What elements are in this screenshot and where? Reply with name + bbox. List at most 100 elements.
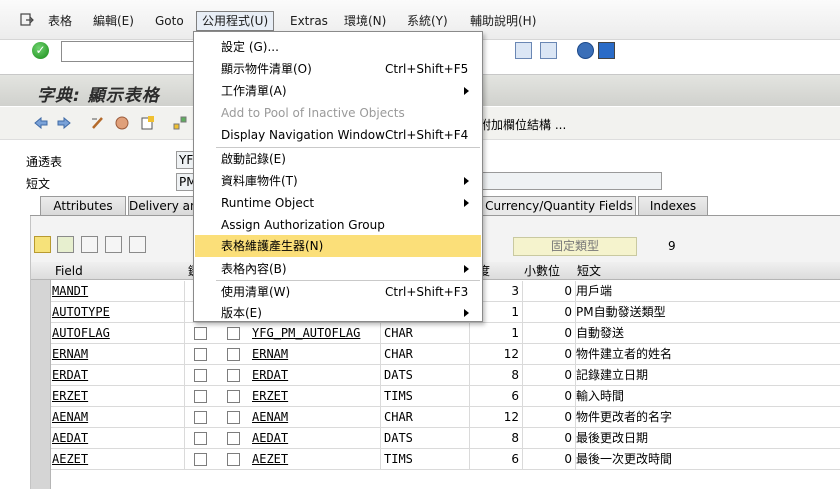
key-checkbox[interactable] bbox=[194, 348, 207, 361]
initial-values-checkbox[interactable] bbox=[227, 390, 240, 403]
other-object-icon[interactable] bbox=[139, 115, 155, 131]
table-row[interactable]: ERNAM ERNAM CHAR 12 0 物件建立者的姓名 bbox=[51, 344, 840, 365]
field-count: 9 bbox=[668, 239, 676, 253]
decimals-cell: 0 bbox=[523, 449, 576, 470]
forward-arrow-icon[interactable] bbox=[56, 115, 72, 131]
initial-values-checkbox[interactable] bbox=[227, 432, 240, 445]
data-element-cell[interactable]: AEDAT bbox=[251, 428, 381, 449]
menu-item-navigation-window[interactable]: Display Navigation Window Ctrl+Shift+F4 bbox=[195, 124, 481, 146]
short-text-cell: 用戶端 bbox=[576, 284, 613, 298]
insert-row-icon[interactable] bbox=[105, 236, 122, 253]
table-row[interactable]: ERDAT ERDAT DATS 8 0 記錄建立日期 bbox=[51, 365, 840, 386]
field-name-cell[interactable]: AUTOFLAG bbox=[52, 323, 185, 344]
initial-values-checkbox[interactable] bbox=[227, 327, 240, 340]
copy-icon[interactable] bbox=[57, 236, 74, 253]
table-row[interactable]: AUTOFLAG YFG_PM_AUTOFLAG CHAR 1 0 自動發送 bbox=[51, 323, 840, 344]
menu-item-activation-log[interactable]: 啟動記錄(E) bbox=[195, 148, 481, 170]
menu-goto[interactable]: Goto bbox=[155, 13, 184, 29]
col-decimals[interactable]: 小數位 bbox=[524, 263, 560, 279]
field-name-cell[interactable]: AUTOTYPE bbox=[52, 302, 185, 323]
menu-item-where-used-list[interactable]: 使用清單(W) Ctrl+Shift+F3 bbox=[195, 281, 481, 303]
field-name-cell[interactable]: ERNAM bbox=[52, 344, 185, 365]
short-text-cell: 物件建立者的姓名 bbox=[576, 347, 673, 361]
data-element-cell[interactable]: AEZET bbox=[251, 449, 381, 470]
key-checkbox[interactable] bbox=[194, 327, 207, 340]
data-element-cell[interactable]: ERNAM bbox=[251, 344, 381, 365]
append-structure-button[interactable]: 附加欄位結構 ... bbox=[479, 116, 566, 133]
menu-item-label: Runtime Object bbox=[221, 196, 315, 210]
menu-item-settings[interactable]: 設定 (G)... bbox=[195, 36, 481, 58]
menu-item-database-object[interactable]: 資料庫物件(T) bbox=[195, 170, 481, 192]
hierarchy-icon[interactable] bbox=[172, 115, 188, 131]
key-checkbox[interactable] bbox=[194, 369, 207, 382]
data-type-cell: DATS bbox=[384, 428, 470, 449]
activate-icon[interactable] bbox=[114, 115, 130, 131]
menu-item-table-contents[interactable]: 表格內容(B) bbox=[195, 258, 481, 280]
length-cell: 12 bbox=[471, 344, 523, 365]
paste-icon[interactable] bbox=[81, 236, 98, 253]
menu-item-shortcut: Ctrl+Shift+F5 bbox=[385, 62, 469, 76]
tab-indexes[interactable]: Indexes bbox=[638, 196, 708, 216]
menu-item-object-list[interactable]: 顯示物件清單(O) Ctrl+Shift+F5 bbox=[195, 58, 481, 80]
key-checkbox[interactable] bbox=[194, 390, 207, 403]
col-short-text[interactable]: 短文 bbox=[577, 263, 601, 279]
command-field[interactable] bbox=[61, 41, 197, 62]
data-element-cell[interactable]: YFG_PM_AUTOFLAG bbox=[251, 323, 381, 344]
menu-environment[interactable]: 環境(N) bbox=[344, 13, 386, 29]
menu-edit[interactable]: 編輯(E) bbox=[93, 13, 134, 29]
exit-icon[interactable] bbox=[20, 13, 34, 27]
initial-values-checkbox[interactable] bbox=[227, 369, 240, 382]
menu-item-versions[interactable]: 版本(E) bbox=[195, 302, 481, 324]
table-row[interactable]: AEDAT AEDAT DATS 8 0 最後更改日期 bbox=[51, 428, 840, 449]
initial-values-checkbox[interactable] bbox=[227, 348, 240, 361]
col-field[interactable]: Field bbox=[55, 263, 83, 279]
data-element-cell[interactable]: AENAM bbox=[251, 407, 381, 428]
menu-item-label: 使用清單(W) bbox=[221, 285, 291, 299]
menu-item-label: Add to Pool of Inactive Objects bbox=[221, 106, 405, 120]
data-element-cell[interactable]: ERZET bbox=[251, 386, 381, 407]
row-selector-column[interactable] bbox=[31, 262, 51, 489]
menu-item-label: 工作清單(A) bbox=[221, 84, 287, 98]
monitor-icon[interactable] bbox=[598, 42, 615, 59]
back-arrow-icon[interactable] bbox=[33, 115, 49, 131]
field-name-cell[interactable]: MANDT bbox=[52, 281, 185, 302]
field-name-cell[interactable]: ERDAT bbox=[52, 365, 185, 386]
menu-utilities[interactable]: 公用程式(U) bbox=[196, 11, 275, 31]
key-checkbox[interactable] bbox=[194, 432, 207, 445]
field-name-cell[interactable]: ERZET bbox=[52, 386, 185, 407]
enter-check-icon[interactable]: ✓ bbox=[32, 42, 49, 59]
field-name-cell[interactable]: AEDAT bbox=[52, 428, 185, 449]
length-cell: 12 bbox=[471, 407, 523, 428]
menu-item-add-to-pool: Add to Pool of Inactive Objects bbox=[195, 102, 481, 124]
layout-icon[interactable] bbox=[515, 42, 532, 59]
display-change-icon[interactable] bbox=[90, 115, 106, 131]
tab-currency-quantity[interactable]: Currency/Quantity Fields bbox=[482, 196, 636, 216]
menu-help[interactable]: 輔助說明(H) bbox=[470, 13, 536, 29]
menu-system[interactable]: 系統(Y) bbox=[407, 13, 448, 29]
initial-values-checkbox[interactable] bbox=[227, 453, 240, 466]
key-checkbox[interactable] bbox=[194, 411, 207, 424]
menu-item-runtime-object[interactable]: Runtime Object bbox=[195, 192, 481, 214]
table-row[interactable]: AEZET AEZET TIMS 6 0 最後一次更改時間 bbox=[51, 449, 840, 470]
table-row[interactable]: ERZET ERZET TIMS 6 0 輸入時間 bbox=[51, 386, 840, 407]
menu-extras[interactable]: Extras bbox=[290, 13, 328, 29]
tab-attributes[interactable]: Attributes bbox=[40, 196, 126, 216]
cut-icon[interactable] bbox=[34, 236, 51, 253]
field-name-cell[interactable]: AENAM bbox=[52, 407, 185, 428]
menu-item-authorization-group[interactable]: Assign Authorization Group bbox=[195, 214, 481, 236]
window-icon[interactable] bbox=[540, 42, 557, 59]
delete-row-icon[interactable] bbox=[129, 236, 146, 253]
menu-item-table-maintenance-generator[interactable]: 表格維護產生器(N) bbox=[195, 235, 481, 257]
table-row[interactable]: AENAM AENAM CHAR 12 0 物件更改者的名字 bbox=[51, 407, 840, 428]
decimals-cell: 0 bbox=[523, 302, 576, 323]
key-checkbox[interactable] bbox=[194, 453, 207, 466]
menu-table[interactable]: 表格 bbox=[48, 13, 72, 29]
field-name-cell[interactable]: AEZET bbox=[52, 449, 185, 470]
fixed-type-button[interactable]: 固定類型 bbox=[513, 237, 637, 256]
initial-values-checkbox[interactable] bbox=[227, 411, 240, 424]
help-icon[interactable] bbox=[577, 42, 594, 59]
tab-delivery[interactable]: Delivery and bbox=[128, 196, 194, 216]
data-type-cell: TIMS bbox=[384, 386, 470, 407]
data-element-cell[interactable]: ERDAT bbox=[251, 365, 381, 386]
menu-item-worklist[interactable]: 工作清單(A) bbox=[195, 80, 481, 102]
